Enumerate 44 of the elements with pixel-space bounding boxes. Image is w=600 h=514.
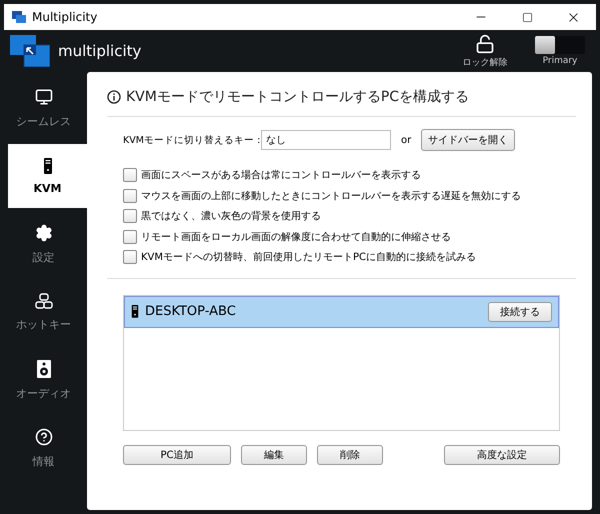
sidebar-item[interactable]: ホットキー	[0, 280, 87, 344]
sidebar-item[interactable]: KVM	[8, 144, 87, 208]
sidebar-item[interactable]: 設定	[0, 212, 87, 276]
option-label: KVMモードへの切替時、前回使用したリモートPCに自動的に接続を試みる	[141, 250, 476, 264]
action-button[interactable]: 削除	[317, 444, 383, 464]
option-label: 画面にスペースがある場合は常にコントロールバーを表示する	[141, 168, 421, 182]
checkbox[interactable]	[123, 168, 137, 182]
checkbox[interactable]	[123, 209, 137, 224]
maximize-icon[interactable]	[522, 12, 532, 22]
action-button[interactable]: 高度な設定	[444, 444, 560, 464]
option-label: マウスを画面の上部に移動したときにコントロールバーを表示する遅延を無効にする	[141, 190, 521, 203]
help-icon	[34, 428, 52, 446]
keys-icon	[34, 292, 52, 308]
unlocked-padlock-icon[interactable]	[475, 34, 495, 54]
sidebar-item[interactable]: 情報	[0, 416, 87, 480]
speaker-icon	[36, 360, 50, 378]
app-icon	[12, 11, 26, 23]
mode-switch[interactable]	[535, 36, 585, 54]
sidebar-item[interactable]: オーディオ	[0, 348, 87, 412]
checkbox[interactable]	[123, 188, 137, 203]
settings-icon	[34, 224, 52, 242]
checkbox[interactable]	[123, 230, 137, 244]
computer-tower-icon	[42, 158, 52, 174]
connect-button[interactable]: 接続する	[488, 302, 552, 322]
option-label: リモート画面をローカル画面の解像度に合わせて自動的に伸縮させる	[141, 230, 451, 244]
checkbox[interactable]	[123, 250, 137, 264]
unlock-label: ロック解除	[462, 56, 508, 68]
brand-name: multiplicity	[58, 42, 142, 60]
window-title: Multiplicity	[32, 10, 98, 24]
open-sidebar-button[interactable]: サイドバーを開く	[421, 129, 516, 151]
action-button[interactable]: PC追加	[123, 444, 231, 464]
hotkey-field[interactable]: なし	[261, 130, 391, 150]
mode-label: Primary	[542, 56, 578, 66]
action-button[interactable]: 編集	[241, 444, 307, 464]
section-title: KVMモードでリモートコントロールするPCを構成する	[126, 88, 470, 106]
computer-tower-icon	[131, 305, 139, 318]
pc-list-item[interactable]: DESKTOP-ABC 接続する	[124, 296, 559, 328]
hotkey-label: KVMモードに切り替えるキー：	[123, 134, 261, 146]
sidebar-item[interactable]: シームレス	[0, 76, 87, 140]
logo-icon	[10, 35, 50, 67]
monitor-icon	[34, 88, 52, 106]
or-label: or	[401, 134, 412, 146]
info-icon	[107, 90, 121, 104]
option-label: 黒ではなく、濃い灰色の背景を使用する	[141, 210, 321, 224]
